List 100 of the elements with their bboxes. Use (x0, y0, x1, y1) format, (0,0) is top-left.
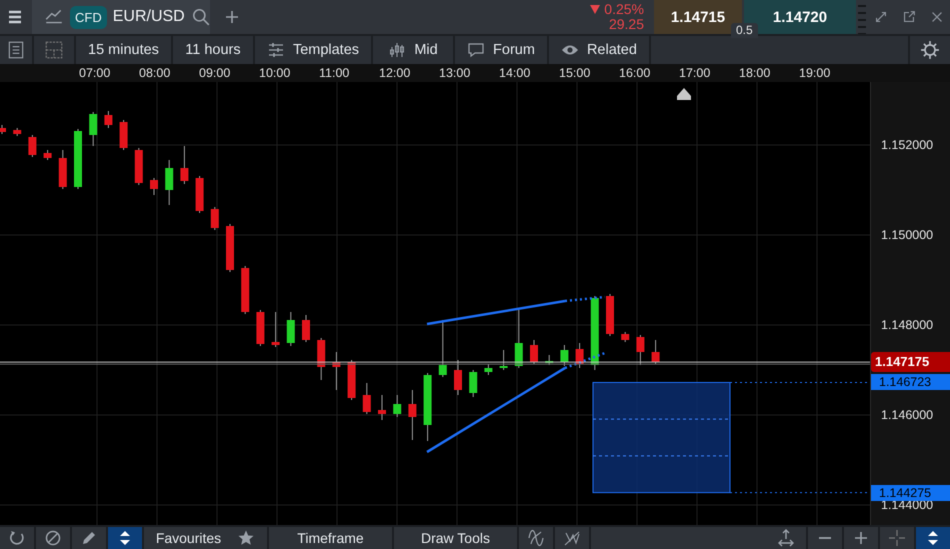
candlestick (0, 124, 6, 134)
wave-icon (527, 529, 545, 547)
minus-icon (819, 537, 831, 539)
list-button[interactable] (0, 36, 32, 64)
trend-line[interactable] (426, 296, 606, 326)
candlestick (348, 360, 356, 400)
candlestick (606, 294, 614, 336)
candlestick (58, 150, 67, 190)
search-icon (190, 7, 211, 27)
time-label: 16:00 (619, 65, 652, 82)
candlestick (150, 178, 158, 196)
up-down-arrows-button[interactable] (108, 527, 142, 549)
toolbar-button[interactable]: Forum (455, 36, 547, 64)
price-tick-label: 1.152000 (881, 137, 934, 153)
candlestick (469, 370, 478, 398)
settings-button[interactable] (910, 36, 950, 64)
toolbar-button[interactable]: Mid (373, 36, 454, 64)
toolbar-button[interactable]: Related (548, 36, 649, 64)
candlestick (636, 334, 644, 366)
price-tick-label: 1.148000 (881, 317, 934, 333)
instrument-tab[interactable]: CFD EUR/USD (32, 0, 210, 34)
plus-button[interactable] (844, 527, 878, 549)
refresh-icon (8, 529, 26, 547)
cfd-badge: CFD (70, 6, 107, 28)
popout-icon (901, 9, 917, 25)
candlestick (120, 120, 128, 150)
candlestick (576, 342, 584, 368)
order-price-label: 1.146723 (871, 374, 950, 390)
candlestick (104, 110, 112, 128)
candlestick (241, 266, 250, 314)
toolbar-button[interactable]: 15 minutes (76, 36, 171, 64)
candlestick (302, 314, 310, 342)
order-price-label: 1.144275 (871, 484, 950, 501)
candlestick (514, 310, 523, 368)
candlestick (134, 148, 143, 186)
ban-icon (44, 529, 62, 547)
candlestick (545, 354, 554, 366)
expand-icon (873, 9, 889, 25)
candlestick (286, 312, 295, 346)
candlestick (652, 340, 660, 364)
candlestick (484, 364, 492, 376)
crosshair-icon (888, 529, 906, 547)
candlestick (560, 344, 568, 366)
candlestick (74, 128, 82, 190)
price-tick-label: 1.150000 (881, 227, 934, 243)
candlestick (180, 146, 188, 184)
speech-bubble-icon (467, 41, 486, 59)
time-label: 09:00 (199, 65, 232, 82)
time-label: 17:00 (679, 65, 712, 82)
layout-icon (44, 40, 64, 60)
time-marker-icon[interactable] (677, 88, 691, 100)
drawing-tool-button[interactable] (555, 527, 589, 549)
candlestick (226, 224, 234, 272)
change-percent: 0.25% (604, 2, 644, 17)
candlestick (28, 134, 36, 158)
candlestick (530, 340, 538, 364)
pencil-button[interactable] (72, 527, 106, 549)
current-price-label: 1.147175 (871, 352, 950, 372)
bottom-button[interactable]: Timeframe (269, 527, 392, 549)
spread-value: 0.5 (731, 23, 758, 38)
time-label: 14:00 (499, 65, 532, 82)
candlestick (378, 394, 386, 420)
candlestick (165, 160, 174, 206)
price-tick-label: 1.146000 (881, 407, 934, 423)
time-label: 13:00 (439, 65, 472, 82)
candlestick (44, 150, 52, 160)
candlestick (256, 310, 264, 346)
plus-icon (852, 529, 870, 547)
toolbar-button[interactable]: 11 hours (172, 36, 253, 64)
minus-button[interactable] (808, 527, 842, 549)
time-label: 19:00 (799, 65, 832, 82)
settings-icon (920, 40, 940, 60)
candlestick (317, 338, 326, 380)
sliders-icon (266, 41, 285, 59)
up-down-arrows-button[interactable] (916, 527, 950, 549)
candlestick (408, 390, 416, 440)
candlestick (454, 360, 462, 396)
candlestick (500, 350, 508, 370)
ban-button[interactable] (36, 527, 70, 549)
candlestick (13, 128, 22, 136)
trend-line[interactable] (426, 352, 606, 454)
toolbar-button[interactable]: Templates (254, 36, 372, 64)
bottom-button[interactable]: Favourites (144, 527, 267, 549)
candlestick (393, 394, 402, 418)
plus-icon (223, 8, 241, 26)
refresh-button[interactable] (0, 527, 34, 549)
time-label: 12:00 (379, 65, 412, 82)
candlestick (89, 112, 98, 146)
candlestick (210, 206, 219, 230)
candlestick (438, 320, 447, 378)
list-icon (6, 40, 26, 60)
time-label: 07:00 (79, 65, 112, 82)
drawing-tool-icon (563, 529, 581, 547)
pencil-icon (80, 529, 98, 547)
time-label: 15:00 (559, 65, 592, 82)
wave-button[interactable] (519, 527, 553, 549)
move-icon (777, 529, 795, 547)
bottom-button[interactable]: Draw Tools (394, 527, 517, 549)
candlestick (272, 312, 280, 348)
menu-icon (6, 8, 24, 26)
